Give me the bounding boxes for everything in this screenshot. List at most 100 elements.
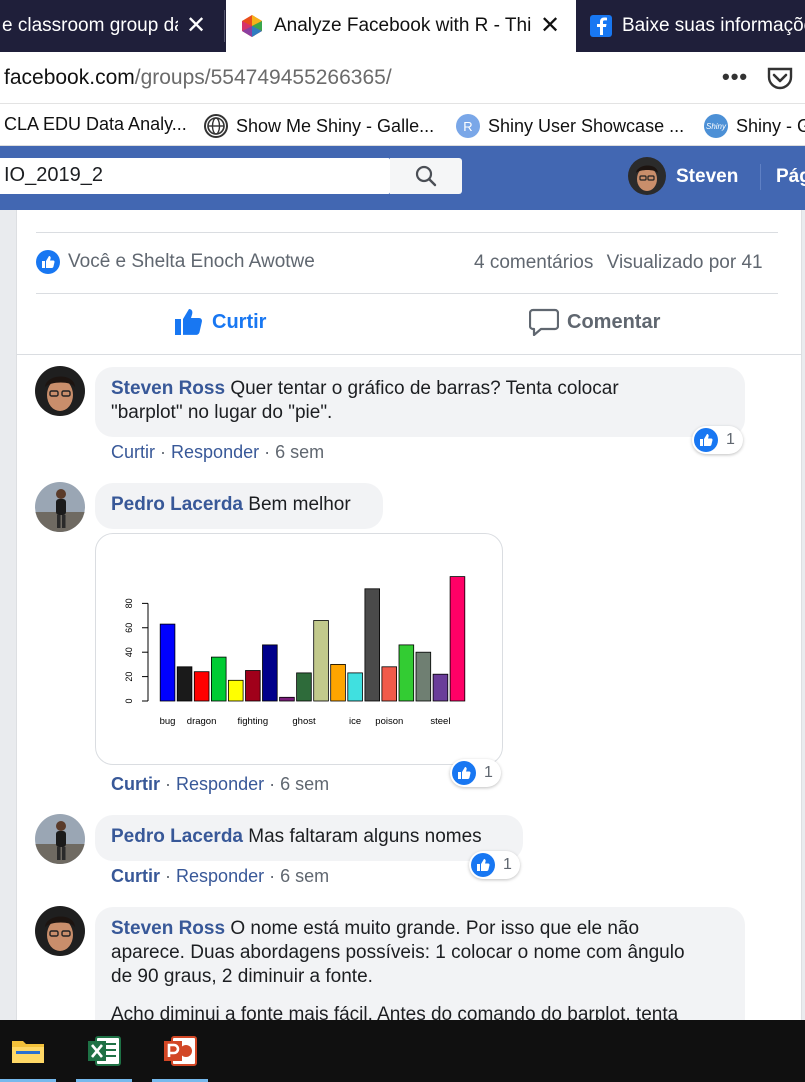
bookmark-cla-edu[interactable]: CLA EDU Data Analy...: [4, 114, 187, 135]
separator: ·: [165, 866, 172, 886]
excel-taskbar-button[interactable]: [76, 1020, 132, 1082]
bar: [381, 666, 397, 702]
divider: [36, 293, 778, 294]
comment-reactions[interactable]: 1: [692, 426, 743, 454]
bar: [415, 651, 432, 702]
bar: [176, 666, 193, 702]
bookmark-shiny[interactable]: Shiny Shiny - G: [704, 114, 805, 138]
bookmark-show-me-shiny[interactable]: Show Me Shiny - Galle...: [204, 114, 434, 138]
reaction-count: 1: [503, 856, 512, 873]
facebook-top-bar: IO_2019_2 Steven Pág: [0, 146, 805, 210]
comment-image-attachment[interactable]: 0 20 40 60 80 bug dragon fighting ghost ice poison…: [95, 533, 503, 765]
comment-reactions[interactable]: 1: [469, 851, 520, 879]
comment-timestamp[interactable]: 6 sem: [275, 442, 324, 462]
y-tick-label: 40: [124, 647, 134, 657]
bar: [347, 672, 363, 702]
separator: ·: [269, 866, 276, 886]
search-input[interactable]: IO_2019_2: [0, 158, 390, 194]
post-reactions-summary[interactable]: Você e Shelta Enoch Awotwe: [36, 250, 315, 274]
comment-like-link[interactable]: Curtir: [111, 774, 160, 794]
address-bar[interactable]: facebook.com/groups/554749455266365/ •••: [0, 52, 805, 104]
powerpoint-taskbar-button[interactable]: [152, 1020, 208, 1082]
excel-icon: [88, 1036, 121, 1066]
comment-like-link[interactable]: Curtir: [111, 866, 160, 886]
tab-title: e classroom group da: [2, 15, 178, 36]
shiny-logo-icon: Shiny: [704, 114, 728, 138]
y-tick-label: 20: [124, 672, 134, 682]
seen-by-link[interactable]: Visualizado por 41: [607, 252, 763, 273]
bar: [279, 696, 295, 702]
avatar[interactable]: [35, 482, 85, 532]
avatar[interactable]: [628, 157, 666, 195]
header-divider: [760, 164, 761, 190]
comment-reply-link[interactable]: Responder: [176, 774, 264, 794]
url-text[interactable]: facebook.com/groups/554749455266365/: [4, 66, 392, 90]
comment-timestamp[interactable]: 6 sem: [280, 866, 329, 886]
comment-author-link[interactable]: Pedro Lacerda: [111, 826, 243, 847]
bar: [296, 672, 312, 702]
comment-bubble: Steven Ross Quer tentar o gráfico de bar…: [95, 367, 745, 437]
comment-bubble: Pedro Lacerda Bem melhor: [95, 483, 383, 529]
bar: [262, 644, 278, 702]
bar: [211, 656, 227, 702]
bar: [364, 588, 380, 702]
avatar[interactable]: [35, 906, 85, 956]
comment-text: "barplot" no lugar do "pie".: [111, 402, 333, 423]
like-label: Curtir: [212, 310, 267, 333]
comment-reply-link[interactable]: Responder: [171, 442, 259, 462]
comments-count-link[interactable]: 4 comentários: [474, 252, 593, 273]
bookmark-label: CLA EDU Data Analy...: [4, 114, 187, 134]
comment-bubble: Steven Ross O nome está muito grande. Po…: [95, 907, 745, 1037]
comment-author-link[interactable]: Pedro Lacerda: [111, 494, 243, 515]
bookmark-label: Shiny User Showcase ...: [488, 115, 685, 136]
comment-actions: Curtir · Responder · 6 sem: [111, 442, 324, 463]
separator: ·: [269, 774, 276, 794]
comment-author-link[interactable]: Steven Ross: [111, 918, 225, 939]
like-reaction-icon: [694, 428, 718, 452]
globe-icon: [204, 114, 228, 138]
reactors-text: Você e Shelta Enoch Awotwe: [68, 251, 315, 272]
comment-bubble: Pedro Lacerda Mas faltaram alguns nomes: [95, 815, 523, 861]
profile-name-link[interactable]: Steven: [676, 166, 738, 188]
comment-reply-link[interactable]: Responder: [176, 866, 264, 886]
y-tick-label: 80: [124, 598, 134, 608]
bar: [449, 576, 466, 702]
comment-author-link[interactable]: Steven Ross: [111, 378, 225, 399]
pocket-icon[interactable]: [766, 66, 794, 90]
bar: [432, 673, 449, 702]
divider: [36, 232, 778, 233]
bookmark-shiny-user-showcase[interactable]: R Shiny User Showcase ...: [456, 114, 684, 138]
comment-text: aparece. Duas abordagens possíveis: 1 co…: [111, 942, 685, 963]
comment-like-link[interactable]: Curtir: [111, 442, 155, 462]
search-button[interactable]: [390, 158, 462, 194]
x-tick-label: poison: [375, 716, 403, 727]
avatar[interactable]: [35, 814, 85, 864]
comment-timestamp[interactable]: 6 sem: [280, 774, 329, 794]
file-explorer-taskbar-button[interactable]: [0, 1020, 56, 1082]
bar: [330, 663, 346, 702]
comment-button[interactable]: Comentar: [529, 308, 660, 336]
like-button[interactable]: Curtir: [174, 308, 266, 336]
bar: [398, 644, 415, 702]
bar: [193, 671, 210, 702]
separator: ·: [264, 442, 271, 462]
like-reaction-icon: [36, 250, 60, 274]
comment-reactions[interactable]: 1: [450, 759, 501, 787]
close-icon[interactable]: ✕: [186, 14, 206, 38]
x-tick-label: dragon: [187, 716, 217, 727]
browser-tab-2-active[interactable]: Analyze Facebook with R - Thin ✕: [226, 0, 576, 52]
separator: ·: [160, 442, 167, 462]
close-icon[interactable]: ✕: [540, 14, 560, 38]
pages-link[interactable]: Pág: [776, 166, 805, 188]
browser-tab-1[interactable]: e classroom group da ✕: [0, 0, 222, 52]
avatar[interactable]: [35, 366, 85, 416]
bar-chart: 0 20 40 60 80 bug dragon fighting ghost ice poison…: [124, 576, 466, 727]
x-tick-label: ice: [349, 716, 361, 727]
comment-text: Quer tentar o gráfico de barras? Tenta c…: [230, 378, 619, 399]
browser-tab-3[interactable]: Baixe suas informaçõe: [578, 0, 805, 52]
like-reaction-icon: [452, 761, 476, 785]
powerpoint-icon: [164, 1036, 197, 1066]
page-actions-icon[interactable]: •••: [722, 64, 748, 90]
url-host: facebook.com: [4, 66, 135, 89]
comment-text: Bem melhor: [248, 494, 351, 515]
